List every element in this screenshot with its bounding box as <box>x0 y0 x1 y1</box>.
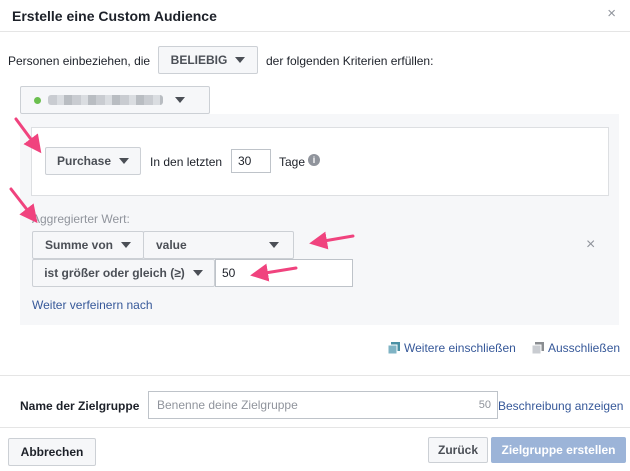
arrow-to-aggregation <box>9 187 38 224</box>
arrow-to-threshold <box>250 263 298 282</box>
arrow-to-field <box>309 231 355 250</box>
annotation-arrows <box>9 117 355 282</box>
arrow-to-event <box>14 117 42 154</box>
